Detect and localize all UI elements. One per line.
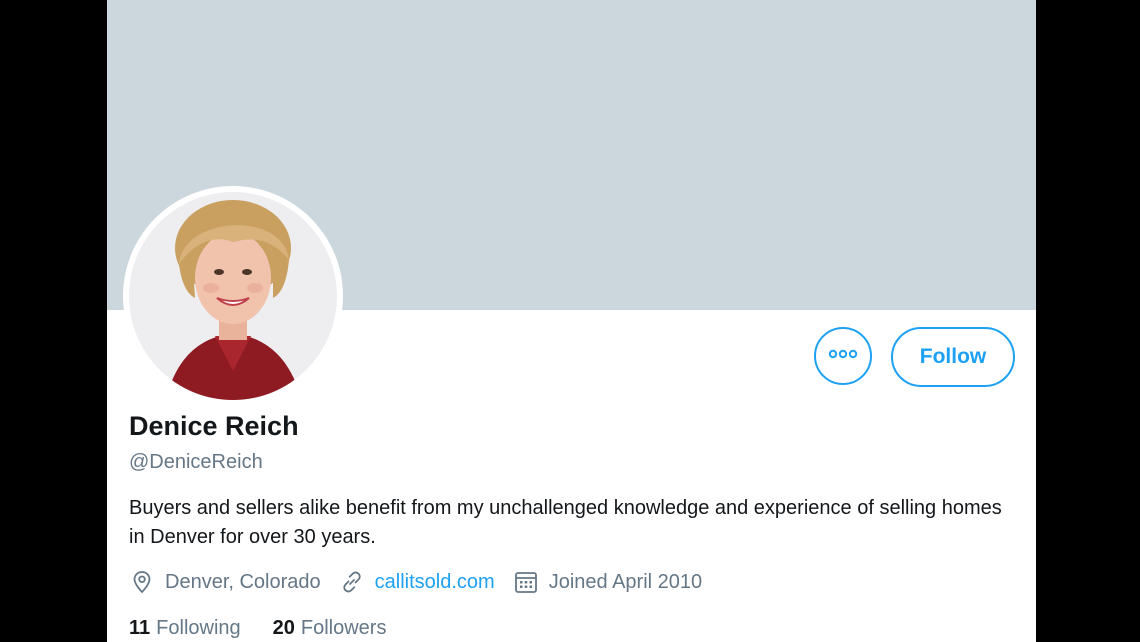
- following-label: Following: [156, 616, 241, 639]
- joined-item: Joined April 2010: [513, 569, 702, 595]
- location-item: Denver, Colorado: [129, 569, 321, 595]
- followers-stat[interactable]: 20 Followers: [273, 617, 387, 640]
- joined-text: Joined April 2010: [548, 570, 703, 593]
- profile-meta: Denver, Colorado callitsold.com Joined A…: [129, 567, 720, 597]
- link-icon: [339, 569, 365, 595]
- profile-stats: 11 Following 20 Followers: [129, 613, 418, 642]
- following-count: 11: [129, 616, 151, 639]
- more-dots-icon: [828, 347, 858, 365]
- calendar-icon: [513, 569, 539, 595]
- profile-bio: Buyers and sellers alike benefit from my…: [129, 497, 1002, 548]
- followers-count: 20: [272, 616, 295, 639]
- website-item: callitsold.com: [339, 569, 495, 595]
- profile-handle: @DeniceReich: [129, 451, 263, 473]
- follow-button[interactable]: Follow: [891, 327, 1015, 387]
- more-options-button[interactable]: [814, 327, 872, 385]
- profile-name: Denice Reich: [129, 411, 299, 441]
- website-link[interactable]: callitsold.com: [375, 571, 495, 594]
- followers-label: Followers: [300, 616, 387, 639]
- profile-card: Follow Denice Reich @DeniceReich Buyers …: [107, 0, 1036, 642]
- location-pin-icon: [129, 569, 155, 595]
- location-text: Denver, Colorado: [165, 570, 321, 593]
- avatar[interactable]: [123, 186, 343, 406]
- following-stat[interactable]: 11 Following: [129, 617, 241, 640]
